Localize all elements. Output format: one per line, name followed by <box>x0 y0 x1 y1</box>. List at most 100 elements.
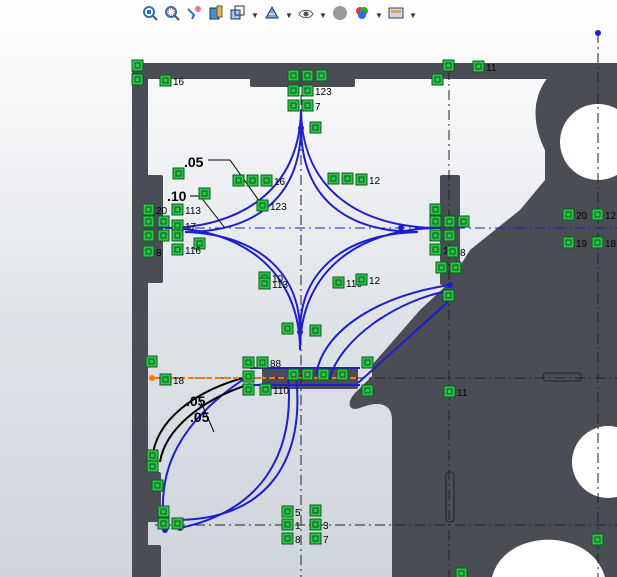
relation-marker[interactable] <box>287 368 300 381</box>
relation-marker[interactable] <box>309 532 322 545</box>
sketch-point[interactable] <box>398 225 404 231</box>
relation-marker[interactable] <box>232 174 245 187</box>
relation-marker[interactable] <box>429 203 442 216</box>
relation-marker[interactable] <box>287 99 300 112</box>
relation-marker[interactable] <box>131 59 144 72</box>
relation-label: 12 <box>369 176 381 187</box>
sketch-point[interactable] <box>595 30 601 36</box>
relation-label: 3 <box>323 521 329 532</box>
relation-label: 11 <box>457 388 468 399</box>
relation-marker[interactable] <box>562 208 575 221</box>
dimension-text[interactable]: .05 <box>190 409 210 425</box>
relation-marker[interactable] <box>327 172 340 185</box>
relation-marker[interactable] <box>341 172 354 185</box>
relation-marker[interactable] <box>171 243 184 256</box>
relation-marker[interactable] <box>301 99 314 112</box>
relation-marker[interactable] <box>151 479 164 492</box>
relation-marker[interactable] <box>142 215 155 228</box>
relation-marker[interactable] <box>287 69 300 82</box>
relation-marker[interactable] <box>159 74 172 87</box>
relation-label: 16 <box>274 177 286 188</box>
relation-marker[interactable] <box>242 356 255 369</box>
dimension-text[interactable]: .05 <box>184 154 204 170</box>
relation-marker[interactable] <box>309 324 322 337</box>
relation-marker[interactable] <box>171 203 184 216</box>
graphics-area[interactable]: .05 .10 .05 .05 512371116161231220113172… <box>0 0 617 577</box>
relation-marker[interactable] <box>260 174 273 187</box>
relation-marker[interactable] <box>355 273 368 286</box>
relation-marker[interactable] <box>145 355 158 368</box>
relation-label: 12 <box>369 276 381 287</box>
relation-marker[interactable] <box>443 229 456 242</box>
relation-marker[interactable] <box>309 504 322 517</box>
relation-label: 5 <box>295 508 301 519</box>
dimension-text[interactable]: .10 <box>167 188 187 204</box>
relation-marker[interactable] <box>171 517 184 530</box>
relation-marker[interactable] <box>435 261 448 274</box>
relation-label: 18 <box>605 239 617 250</box>
relation-marker[interactable] <box>157 215 170 228</box>
relation-marker[interactable] <box>281 518 294 531</box>
relation-marker[interactable] <box>256 199 269 212</box>
relation-marker[interactable] <box>246 174 259 187</box>
relation-marker[interactable] <box>317 368 330 381</box>
relation-marker[interactable] <box>242 370 255 383</box>
relation-marker[interactable] <box>242 383 255 396</box>
relation-marker[interactable] <box>442 289 455 302</box>
relation-marker[interactable] <box>446 245 459 258</box>
relation-marker[interactable] <box>429 215 442 228</box>
relation-marker[interactable] <box>157 517 170 530</box>
relation-marker[interactable] <box>256 356 269 369</box>
relation-marker[interactable] <box>301 69 314 82</box>
relation-marker[interactable] <box>301 84 314 97</box>
relation-marker[interactable] <box>442 59 455 72</box>
relation-label: 20 <box>156 206 168 217</box>
relation-marker[interactable] <box>443 385 456 398</box>
relation-marker[interactable] <box>198 187 211 200</box>
relation-marker[interactable] <box>591 208 604 221</box>
relation-marker[interactable] <box>429 243 442 256</box>
relation-marker[interactable] <box>159 373 172 386</box>
relation-marker[interactable] <box>443 215 456 228</box>
relation-label: 113 <box>272 280 288 291</box>
relation-marker[interactable] <box>172 167 185 180</box>
relation-marker[interactable] <box>562 236 575 249</box>
relation-marker[interactable] <box>281 322 294 335</box>
relation-marker[interactable] <box>457 215 470 228</box>
relation-marker[interactable] <box>171 219 184 232</box>
sketch-point[interactable] <box>298 125 304 131</box>
relation-marker[interactable] <box>142 203 155 216</box>
relation-marker[interactable] <box>146 449 159 462</box>
relation-marker[interactable] <box>142 245 155 258</box>
relation-marker[interactable] <box>171 229 184 242</box>
relation-marker[interactable] <box>287 84 300 97</box>
relation-marker[interactable] <box>431 73 444 86</box>
relation-marker[interactable] <box>361 384 374 397</box>
relation-marker[interactable] <box>309 518 322 531</box>
relation-marker[interactable] <box>336 368 349 381</box>
relation-marker[interactable] <box>281 532 294 545</box>
relation-marker[interactable] <box>258 277 271 290</box>
relation-marker[interactable] <box>332 276 345 289</box>
relation-marker[interactable] <box>429 229 442 242</box>
relation-marker[interactable] <box>315 69 328 82</box>
relation-marker[interactable] <box>259 383 272 396</box>
relation-marker[interactable] <box>131 73 144 86</box>
relation-marker[interactable] <box>146 460 159 473</box>
relation-marker[interactable] <box>449 261 462 274</box>
relation-marker[interactable] <box>361 356 374 369</box>
dimension-text[interactable]: .05 <box>186 393 206 409</box>
relation-marker[interactable] <box>591 533 604 546</box>
relation-marker[interactable] <box>281 505 294 518</box>
relation-marker[interactable] <box>157 505 170 518</box>
relation-marker[interactable] <box>472 60 485 73</box>
sketch-point[interactable] <box>297 329 303 335</box>
relation-marker[interactable] <box>157 229 170 242</box>
relation-marker[interactable] <box>591 236 604 249</box>
sketch-point[interactable] <box>447 282 453 288</box>
relation-marker[interactable] <box>355 173 368 186</box>
relation-marker[interactable] <box>301 368 314 381</box>
relation-marker[interactable] <box>309 121 322 134</box>
relation-marker[interactable] <box>142 229 155 242</box>
sketch-point[interactable] <box>149 375 155 381</box>
